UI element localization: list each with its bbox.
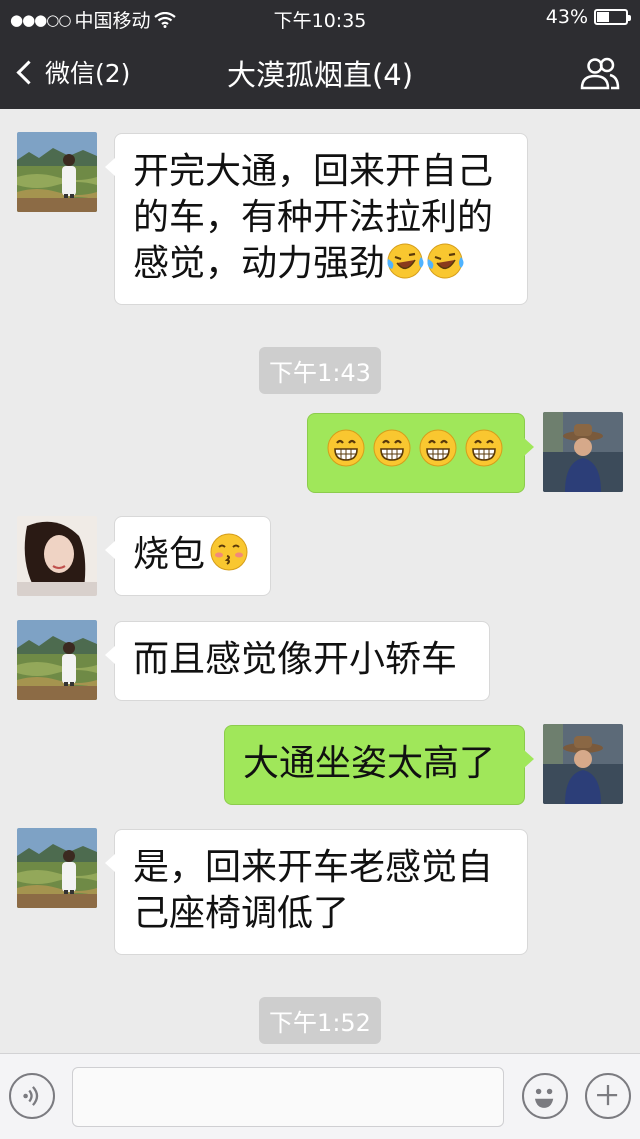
- message-bubble-incoming[interactable]: 开完大通，回来开自己 的车，有种开法拉利的 感觉，动力强劲: [105, 133, 528, 305]
- message-text: 己座椅调低了: [133, 893, 350, 934]
- message-text: 是，回来开车老感觉自: [133, 847, 494, 888]
- message-text: 感觉，动力强劲: [133, 241, 509, 287]
- grinning-emoji-icon: [418, 428, 458, 468]
- crying-laughing-emoji-icon: [385, 241, 425, 281]
- chat-title: 大漠孤烟直(4): [226, 58, 414, 92]
- message-bubble-incoming[interactable]: 烧包: [105, 516, 271, 596]
- kissing-emoji-icon: [209, 532, 249, 572]
- message-text: 开完大通，回来开自己: [133, 151, 494, 192]
- my-avatar[interactable]: [543, 724, 623, 804]
- message-text: 而且感觉像开小轿车: [133, 639, 458, 680]
- plus-icon[interactable]: [585, 1073, 631, 1119]
- top-bar: ●●●○○ 中国移动 下午10:35 43% 微信(2) 大漠孤烟直(4): [0, 0, 640, 109]
- message-text: 的车，有种开法拉利的: [133, 197, 494, 238]
- message-bubble-incoming[interactable]: 而且感觉像开小轿车: [105, 621, 490, 701]
- message-bubble-incoming[interactable]: 是，回来开车老感觉自 己座椅调低了: [105, 829, 528, 955]
- grinning-emoji-icon: [326, 428, 366, 468]
- chat-area[interactable]: 开完大通，回来开自己 的车，有种开法拉利的 感觉，动力强劲 下午1:43 烧包 …: [0, 109, 640, 1053]
- avatar[interactable]: [17, 132, 97, 212]
- voice-icon[interactable]: [9, 1073, 55, 1119]
- nav-bar: 微信(2) 大漠孤烟直(4): [0, 36, 640, 109]
- group-members-icon[interactable]: [580, 56, 620, 90]
- status-bar: ●●●○○ 中国移动 下午10:35 43%: [0, 0, 640, 36]
- crying-laughing-emoji-icon: [425, 241, 465, 281]
- avatar[interactable]: [17, 620, 97, 700]
- input-bar: [0, 1053, 640, 1139]
- message-bubble-outgoing[interactable]: 大通坐姿太高了: [224, 725, 534, 805]
- timestamp: 下午1:52: [0, 997, 640, 1044]
- avatar[interactable]: [17, 828, 97, 908]
- message-text: 大通坐姿太高了: [243, 743, 496, 784]
- my-avatar[interactable]: [543, 412, 623, 492]
- avatar[interactable]: [17, 516, 97, 596]
- timestamp: 下午1:43: [0, 347, 640, 394]
- battery-percent: 43%: [545, 6, 588, 28]
- status-time: 下午10:35: [273, 10, 367, 32]
- message-input[interactable]: [72, 1067, 504, 1127]
- emoji-icon[interactable]: [522, 1073, 568, 1119]
- message-text: 烧包: [133, 534, 206, 575]
- grinning-emoji-icon: [372, 428, 412, 468]
- battery-icon: [594, 9, 631, 25]
- message-bubble-outgoing[interactable]: [307, 413, 534, 493]
- grinning-emoji-icon: [464, 428, 504, 468]
